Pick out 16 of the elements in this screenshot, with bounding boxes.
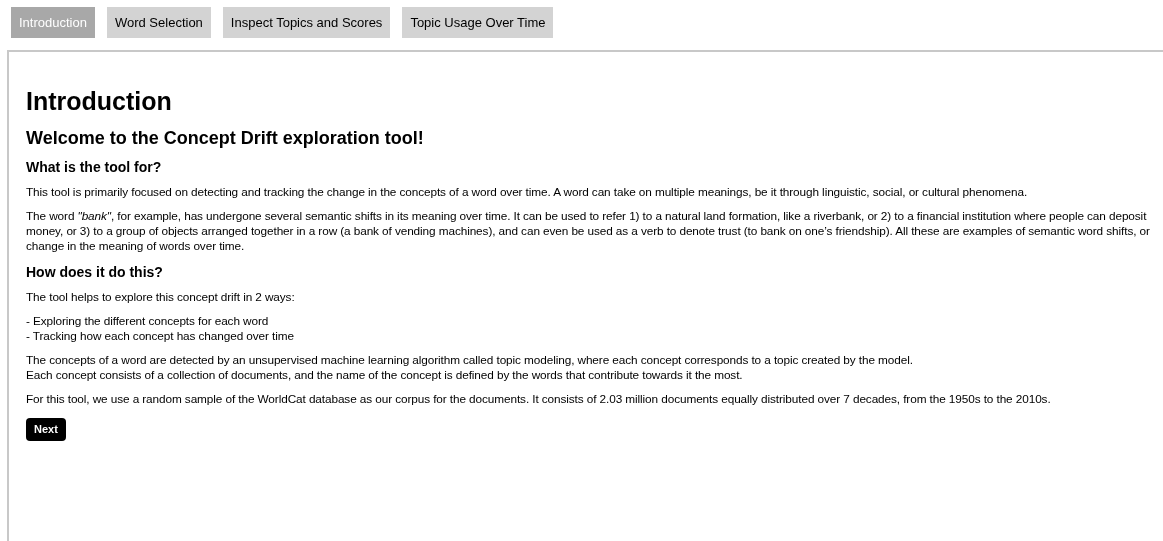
section-heading: How does it do this? <box>26 263 164 281</box>
paragraph: Each concept consists of a collection of documents, and the name of the concept is defined by the words that contribute towards it the most. <box>26 368 744 383</box>
next-button[interactable]: Next <box>26 417 66 441</box>
paragraph: For this tool, we use a random sample of the WorldCat database as our corpus for the documents. It consists of 2.03 million documents equally distributed over 7 decades, from the 1950s to the 2010s. <box>26 392 1052 407</box>
tab[interactable]: Topic Usage Over Time <box>402 7 554 38</box>
welcome-heading: Welcome to the Concept Drift exploration tool! <box>26 127 425 149</box>
paragraph: - Exploring the different concepts for each word <box>26 314 270 329</box>
page-title: Introduction <box>26 86 173 116</box>
tab[interactable]: Inspect Topics and Scores <box>222 7 391 38</box>
paragraph: The tool helps to explore this concept drift in 2 ways: <box>26 290 296 305</box>
paragraph: This tool is primarily focused on detecting and tracking the change in the concepts of a word over time. A word can take on multiple meanings, be it through linguistic, social, or cultural phenomena. <box>26 185 1029 200</box>
section-heading: What is the tool for? <box>26 158 163 176</box>
tab[interactable]: Word Selection <box>106 7 211 38</box>
paragraph: The word "bank", for example, has undergone several semantic shifts in its meaning over time. It can be used to refer 1) to a natural land formation, like a riverbank, or 2) to a financial institution where people can deposit money, or 3) to a group of objects arranged together in a row (a bank of vending machines), and can even be used as a verb to denote trust (to bank on one’s friendship). All these are examples of semantic word shifts, or change in the meaning of words over time. <box>26 209 1151 254</box>
paragraph: - Tracking how each concept has changed over time <box>26 329 295 344</box>
paragraph: The concepts of a word are detected by an unsupervised machine learning algorithm called topic modeling, where each concept corresponds to a topic created by the model. <box>26 353 914 368</box>
